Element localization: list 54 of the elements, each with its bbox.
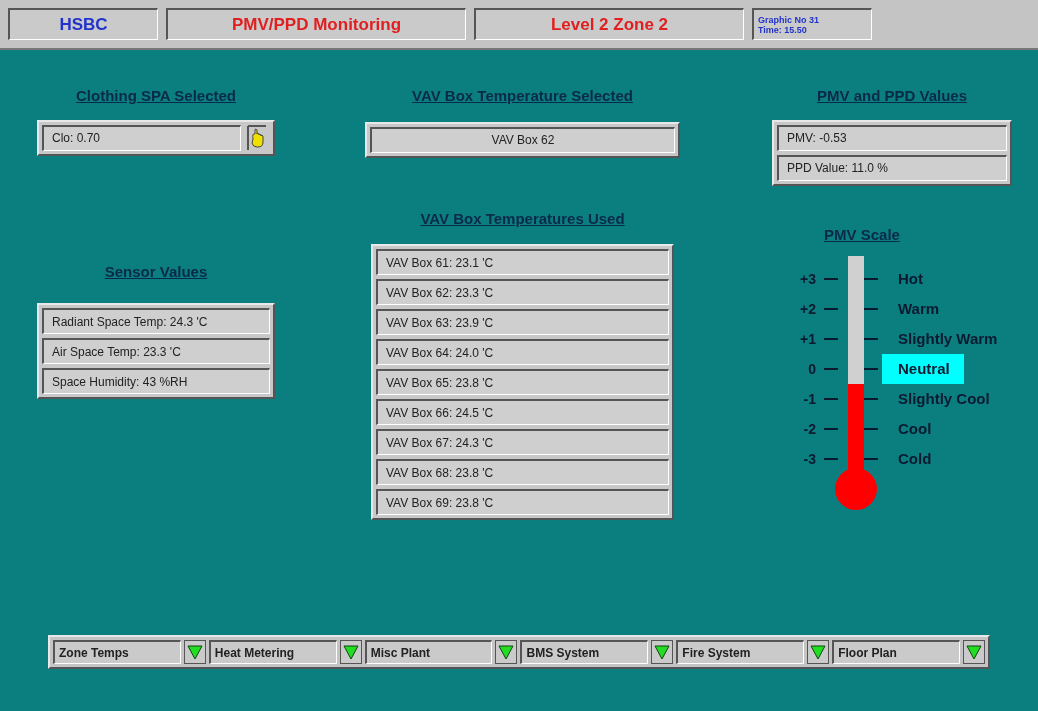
value-field: VAV Box 66: 24.5 'C: [376, 399, 669, 425]
dropdown-label: Heat Metering: [208, 640, 337, 664]
brand-label: HSBC: [8, 8, 158, 40]
value-field: VAV Box 62: 23.3 'C: [376, 279, 669, 305]
scale-label: Cool: [897, 418, 933, 439]
scale-value: 0: [807, 359, 816, 379]
value-field: VAV Box 62: [370, 126, 675, 153]
navigation-dropdown[interactable]: Heat Metering: [208, 640, 362, 664]
value-field: VAV Box 67: 24.3 'C: [376, 429, 669, 455]
dropdown-label: Zone Temps: [53, 640, 181, 664]
navigation-dropdown[interactable]: Zone Temps: [53, 640, 206, 664]
section-title: VAV Box Temperature Selected: [411, 86, 634, 106]
scale-label: Cold: [897, 448, 933, 469]
value-field: VAV Box 65: 23.8 'C: [376, 369, 669, 395]
scale-value: +3: [800, 269, 816, 289]
navigation-dropdown[interactable]: BMS System: [520, 640, 674, 664]
dropdown-label: BMS System: [520, 640, 649, 664]
value-field: VAV Box 63: 23.9 'C: [376, 309, 669, 335]
value-field: Radiant Space Temp: 24.3 'C: [42, 308, 270, 334]
scale-value: -1: [802, 389, 816, 409]
value-field: Space Humidity: 43 %RH: [42, 368, 270, 394]
section-title: PMV Scale: [823, 224, 901, 245]
section-title: Sensor Values: [103, 261, 209, 282]
navigation-dropdown[interactable]: Floor Plan: [832, 640, 985, 664]
value-field: Air Space Temp: 23.3 'C: [42, 338, 270, 364]
scale-value: -3: [802, 449, 816, 469]
scale-label: Neutral: [882, 354, 964, 384]
value-field: PMV: -0.53: [777, 124, 1007, 151]
page-title: PMV/PPD Monitoring: [166, 8, 466, 40]
scale-value: -2: [802, 419, 816, 439]
dropdown-label: Fire System: [676, 640, 805, 664]
section-title: PMV and PPD Values: [815, 86, 969, 106]
scale-label: Hot: [897, 268, 924, 289]
scale-label: Warm: [897, 298, 941, 319]
scale-value: +2: [800, 299, 816, 319]
graphic-info: Graphic No 31 Time: 15.50: [752, 8, 872, 40]
navigation-dropdown[interactable]: Misc Plant: [364, 640, 518, 664]
scale-label: Slightly Cool: [897, 388, 991, 409]
dropdown-label: Misc Plant: [364, 640, 493, 664]
value-field: VAV Box 64: 24.0 'C: [376, 339, 669, 365]
navigation-dropdown[interactable]: Fire System: [676, 640, 830, 664]
scale-label: Slightly Warm: [897, 328, 999, 349]
value-field: VAV Box 69: 23.8 'C: [376, 489, 669, 515]
dropdown-label: Floor Plan: [832, 640, 960, 664]
value-field: PPD Value: 11.0 %: [777, 154, 1007, 181]
zone-title: Level 2 Zone 2: [474, 8, 744, 40]
value-field: VAV Box 68: 23.8 'C: [376, 459, 669, 485]
thermometer-bulb: [835, 468, 877, 510]
section-title: VAV Box Temperatures Used: [419, 208, 626, 229]
value-field: Clo: 0.70: [42, 124, 241, 151]
clothing-selector[interactable]: Clo: 0.70: [37, 119, 275, 156]
section-title: Clothing SPA Selected: [75, 86, 237, 106]
value-field: VAV Box 61: 23.1 'C: [376, 249, 669, 275]
scale-value: +1: [800, 329, 816, 349]
